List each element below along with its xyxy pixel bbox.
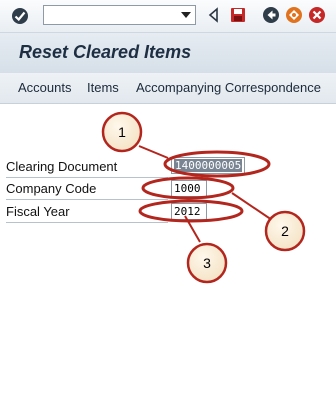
annotation-overlay: 1 2 3 (101, 111, 306, 284)
highlight-ellipse-company-code (141, 176, 235, 200)
callout-number-2: 2 (281, 223, 289, 239)
callout-connector (138, 145, 169, 159)
highlight-ellipse-fiscal-year (138, 199, 244, 223)
callout-number-3: 3 (203, 255, 211, 271)
highlight-ellipse-clearing-document (163, 150, 271, 178)
callout-number-1: 1 (118, 124, 126, 140)
